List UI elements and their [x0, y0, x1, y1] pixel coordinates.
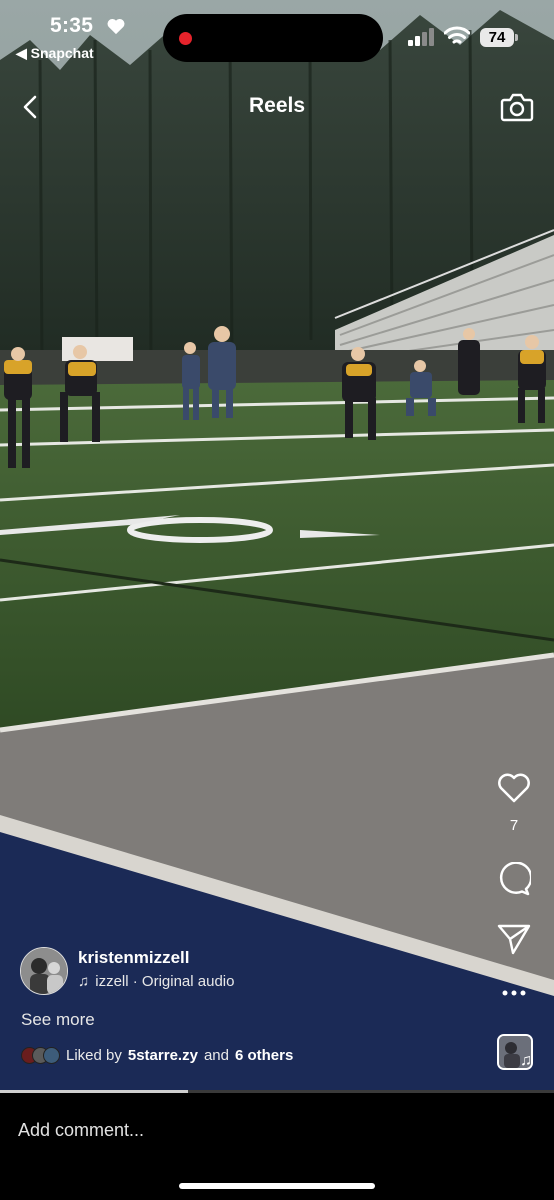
avatar[interactable]: [20, 947, 68, 995]
reel-video[interactable]: [0, 0, 554, 1092]
send-icon: [497, 924, 531, 955]
comment-input[interactable]: Add comment...: [18, 1120, 144, 1141]
audio-link[interactable]: ♫ izzell · Original audio: [78, 973, 234, 990]
cellular-signal-icon: [408, 28, 434, 46]
liked-by-row[interactable]: Liked by 5starre.zy and 6 others: [21, 1047, 293, 1064]
liked-by-and: and: [203, 1047, 229, 1064]
battery-indicator: 74: [480, 28, 514, 47]
more-button[interactable]: [494, 973, 534, 1013]
comment-icon: [499, 862, 531, 896]
share-button[interactable]: [494, 919, 534, 959]
wifi-icon: [444, 26, 470, 44]
dynamic-island: [163, 14, 383, 62]
status-time: 5:35: [50, 14, 94, 37]
heart-icon: [498, 773, 530, 803]
like-count: 7: [509, 817, 519, 834]
more-icon: [502, 990, 526, 996]
home-indicator: [179, 1183, 375, 1189]
back-to-app-link[interactable]: ◀ Snapchat: [16, 45, 94, 62]
battery-tip: [515, 34, 518, 41]
audio-label: izzell · Original audio: [95, 973, 235, 990]
liked-by-others[interactable]: 6 others: [235, 1047, 293, 1064]
heart-status-icon: [107, 18, 125, 35]
like-button[interactable]: [494, 768, 534, 808]
liked-by-user[interactable]: 5starre.zy: [128, 1047, 198, 1064]
music-note-badge-icon: ♫: [520, 1052, 532, 1069]
page-title: Reels: [248, 94, 306, 117]
recording-indicator: [179, 32, 192, 45]
liked-by-prefix: Liked by: [66, 1047, 122, 1064]
music-note-icon: ♫: [78, 973, 90, 990]
comment-button[interactable]: [494, 859, 534, 899]
liker-avatars: [21, 1047, 60, 1064]
camera-icon[interactable]: [500, 91, 534, 123]
username[interactable]: kristenmizzell: [78, 948, 190, 968]
see-more-link[interactable]: See more: [21, 1010, 95, 1030]
